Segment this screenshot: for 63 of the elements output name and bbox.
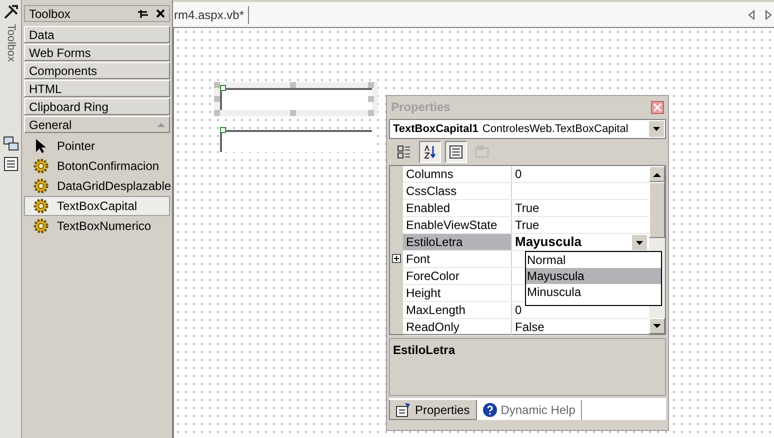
category-header[interactable]: Clipboard Ring <box>24 98 170 115</box>
dropdown-option[interactable]: Mayuscula <box>526 268 661 284</box>
object-selector[interactable]: TextBoxCapital1 ControlesWeb.TextBoxCapital <box>389 119 666 139</box>
gear-icon <box>33 198 49 214</box>
property-pages-icon <box>475 145 489 159</box>
dropdown-option[interactable]: Minuscula <box>526 284 661 300</box>
expand-icon[interactable] <box>392 254 401 263</box>
scroll-down-button[interactable] <box>649 318 665 334</box>
help-icon <box>482 403 497 417</box>
pin-icon[interactable] <box>138 10 148 18</box>
panel-tab[interactable]: Dynamic Help <box>476 400 582 420</box>
list-icon[interactable] <box>2 156 18 172</box>
category-header[interactable]: Web Forms <box>24 44 170 61</box>
property-row[interactable]: EstiloLetra Mayuscula <box>403 234 649 251</box>
scroll-up-button[interactable] <box>649 166 665 182</box>
resize-handle[interactable] <box>368 96 374 102</box>
property-row[interactable]: CssClass <box>403 183 649 200</box>
toolbox-item[interactable]: Pointer <box>24 136 170 156</box>
category-header[interactable]: Data <box>24 26 170 43</box>
resize-handle[interactable] <box>214 96 220 102</box>
scrollbar-thumb[interactable] <box>649 182 665 238</box>
scroll-left-icon[interactable] <box>748 10 755 20</box>
text-box-control[interactable] <box>214 82 378 116</box>
list-icon <box>449 145 463 159</box>
pointer-arrow-icon <box>35 138 47 154</box>
property-sheet-icon <box>396 402 411 416</box>
document-tab[interactable]: rm4.aspx.vb* <box>173 6 250 24</box>
close-icon[interactable] <box>156 9 165 18</box>
resize-handle[interactable] <box>290 110 296 116</box>
dropdown-option[interactable]: Normal <box>526 252 661 268</box>
resize-handle[interactable] <box>368 82 374 88</box>
gear-icon <box>33 158 49 174</box>
tools-icon[interactable] <box>2 4 18 20</box>
resize-handle[interactable] <box>368 110 374 116</box>
toolbox-side-tab[interactable]: Toolbox <box>0 24 23 62</box>
resize-handle[interactable] <box>290 82 296 88</box>
description-title: EstiloLetra <box>393 343 456 357</box>
toolbox-item[interactable]: TextBoxCapital <box>24 196 170 216</box>
gear-icon <box>33 178 49 194</box>
toolbox-title: Toolbox <box>29 6 72 22</box>
property-row[interactable]: Columns 0 <box>403 166 649 183</box>
scroll-right-icon[interactable] <box>765 10 772 20</box>
smart-tag-icon <box>220 85 226 91</box>
category-header[interactable]: General <box>24 116 170 133</box>
sort-az-icon <box>423 145 437 159</box>
gear-icon <box>33 218 49 234</box>
property-row[interactable]: Enabled True <box>403 200 649 217</box>
category-header[interactable]: HTML <box>24 80 170 97</box>
panel-tab[interactable]: Properties <box>389 400 477 420</box>
scroll-down-icon <box>653 324 661 328</box>
toolbar-button[interactable] <box>419 141 441 163</box>
server-explorer-icon[interactable] <box>2 136 18 152</box>
categorized-icon <box>397 145 411 159</box>
toolbox-item[interactable]: DataGridDesplazable <box>24 176 170 196</box>
toolbox-item[interactable]: BotonConfirmacion <box>24 156 170 176</box>
toolbar-button[interactable] <box>445 141 467 163</box>
toolbox-item[interactable]: TextBoxNumerico <box>24 216 170 236</box>
category-header[interactable]: Components <box>24 62 170 79</box>
resize-handle[interactable] <box>214 82 220 88</box>
property-row[interactable]: ReadOnly False <box>403 319 649 336</box>
resize-handle[interactable] <box>214 110 220 116</box>
smart-tag-icon <box>220 127 226 133</box>
scroll-up-icon <box>653 172 661 176</box>
